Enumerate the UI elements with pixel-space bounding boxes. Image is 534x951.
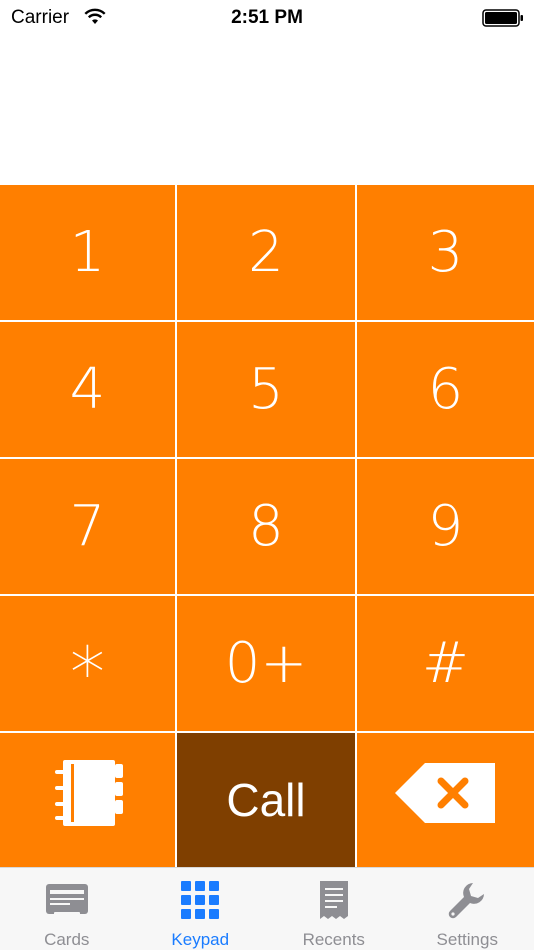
key-label: 8 [248,494,284,559]
backspace-button[interactable] [357,733,534,867]
key-label: 3 [428,220,464,285]
tab-label: Recents [303,930,365,950]
call-button[interactable]: Call [177,733,355,867]
key-3[interactable]: 3 [357,185,534,320]
tab-label: Keypad [171,930,229,950]
contacts-button[interactable] [0,733,175,867]
tab-cards[interactable]: Cards [0,868,134,951]
keypad: 1 2 3 4 5 6 7 8 9 * 0+ # Call [0,185,534,867]
key-9[interactable]: 9 [357,459,534,594]
key-label: * [70,632,105,714]
tab-settings[interactable]: Settings [401,868,534,951]
key-label: 4 [70,357,106,422]
keypad-grid-icon [181,880,219,920]
wrench-icon [447,880,487,920]
key-5[interactable]: 5 [177,322,355,457]
clock: 2:51 PM [0,7,534,29]
key-label: 9 [428,494,464,559]
key-star[interactable]: * [0,596,175,731]
card-icon [44,880,90,920]
key-7[interactable]: 7 [0,459,175,594]
tab-keypad[interactable]: Keypad [134,868,268,951]
address-book-icon [49,756,127,844]
battery-icon [482,9,524,32]
key-label: 0+ [225,631,308,696]
key-0-plus[interactable]: 0+ [177,596,355,731]
tab-label: Settings [437,930,498,950]
key-6[interactable]: 6 [357,322,534,457]
status-bar: Carrier 2:51 PM [0,0,534,40]
key-4[interactable]: 4 [0,322,175,457]
key-label: 2 [248,220,284,285]
tab-recents[interactable]: Recents [267,868,401,951]
key-label: 1 [70,220,106,285]
receipt-icon [319,880,349,920]
call-label: Call [226,773,305,827]
key-label: 6 [428,357,464,422]
backspace-icon [393,761,499,839]
key-1[interactable]: 1 [0,185,175,320]
key-hash[interactable]: # [357,596,534,731]
number-display [0,40,534,185]
key-2[interactable]: 2 [177,185,355,320]
key-label: 5 [248,357,284,422]
key-label: 7 [70,494,106,559]
key-8[interactable]: 8 [177,459,355,594]
key-label: # [422,631,469,696]
tab-bar: Cards Keypad Recents [0,867,534,950]
tab-label: Cards [44,930,89,950]
